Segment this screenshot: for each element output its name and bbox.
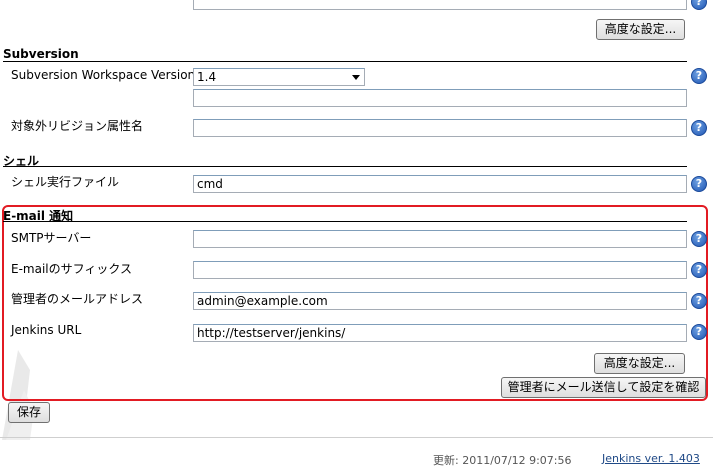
subversion-section-rule xyxy=(3,61,687,62)
test-email-button[interactable]: 管理者にメール送信して設定を確認 xyxy=(501,377,706,398)
shell-executable-label: シェル実行ファイル xyxy=(11,175,120,189)
chevron-down-icon xyxy=(352,75,360,80)
email-suffix-label: E-mailのサフィックス xyxy=(11,262,133,276)
email-suffix-input[interactable] xyxy=(193,261,687,279)
help-icon[interactable]: ? xyxy=(691,0,707,10)
admin-email-input[interactable]: admin@example.com xyxy=(193,292,687,310)
help-icon[interactable]: ? xyxy=(691,262,707,278)
help-icon[interactable]: ? xyxy=(691,68,707,84)
top-partial-field[interactable] xyxy=(193,0,687,10)
shell-section-rule xyxy=(3,166,687,167)
jenkins-version-link[interactable]: Jenkins ver. 1.403 xyxy=(602,452,700,465)
svn-workspace-extra-field[interactable] xyxy=(193,89,687,107)
excluded-revprop-input[interactable] xyxy=(193,119,687,137)
svn-workspace-version-label: Subversion Workspace Version xyxy=(11,68,196,82)
subversion-section-title: Subversion xyxy=(3,47,79,61)
help-icon[interactable]: ? xyxy=(691,120,707,136)
help-icon[interactable]: ? xyxy=(691,293,707,309)
smtp-server-label: SMTPサーバー xyxy=(11,231,92,245)
jenkins-url-input[interactable]: http://testserver/jenkins/ xyxy=(193,324,687,342)
advanced-settings-button-email[interactable]: 高度な設定... xyxy=(594,353,685,374)
help-icon[interactable]: ? xyxy=(691,176,707,192)
smtp-server-input[interactable] xyxy=(193,230,687,248)
last-updated-text: 更新: 2011/07/12 9:07:56 xyxy=(433,454,572,467)
excluded-revprop-label: 対象外リビジョン属性名 xyxy=(11,119,144,133)
admin-email-label: 管理者のメールアドレス xyxy=(11,292,144,306)
shell-executable-input[interactable]: cmd xyxy=(193,175,687,193)
advanced-settings-button-top[interactable]: 高度な設定... xyxy=(596,19,685,40)
email-section-rule xyxy=(3,221,687,222)
help-icon[interactable]: ? xyxy=(691,324,707,340)
svn-workspace-version-select[interactable]: 1.4 xyxy=(193,68,365,86)
help-icon[interactable]: ? xyxy=(691,231,707,247)
svn-workspace-version-value: 1.4 xyxy=(197,70,217,84)
footer-divider xyxy=(0,437,713,438)
jenkins-url-label: Jenkins URL xyxy=(11,323,82,337)
save-button[interactable]: 保存 xyxy=(8,402,50,423)
